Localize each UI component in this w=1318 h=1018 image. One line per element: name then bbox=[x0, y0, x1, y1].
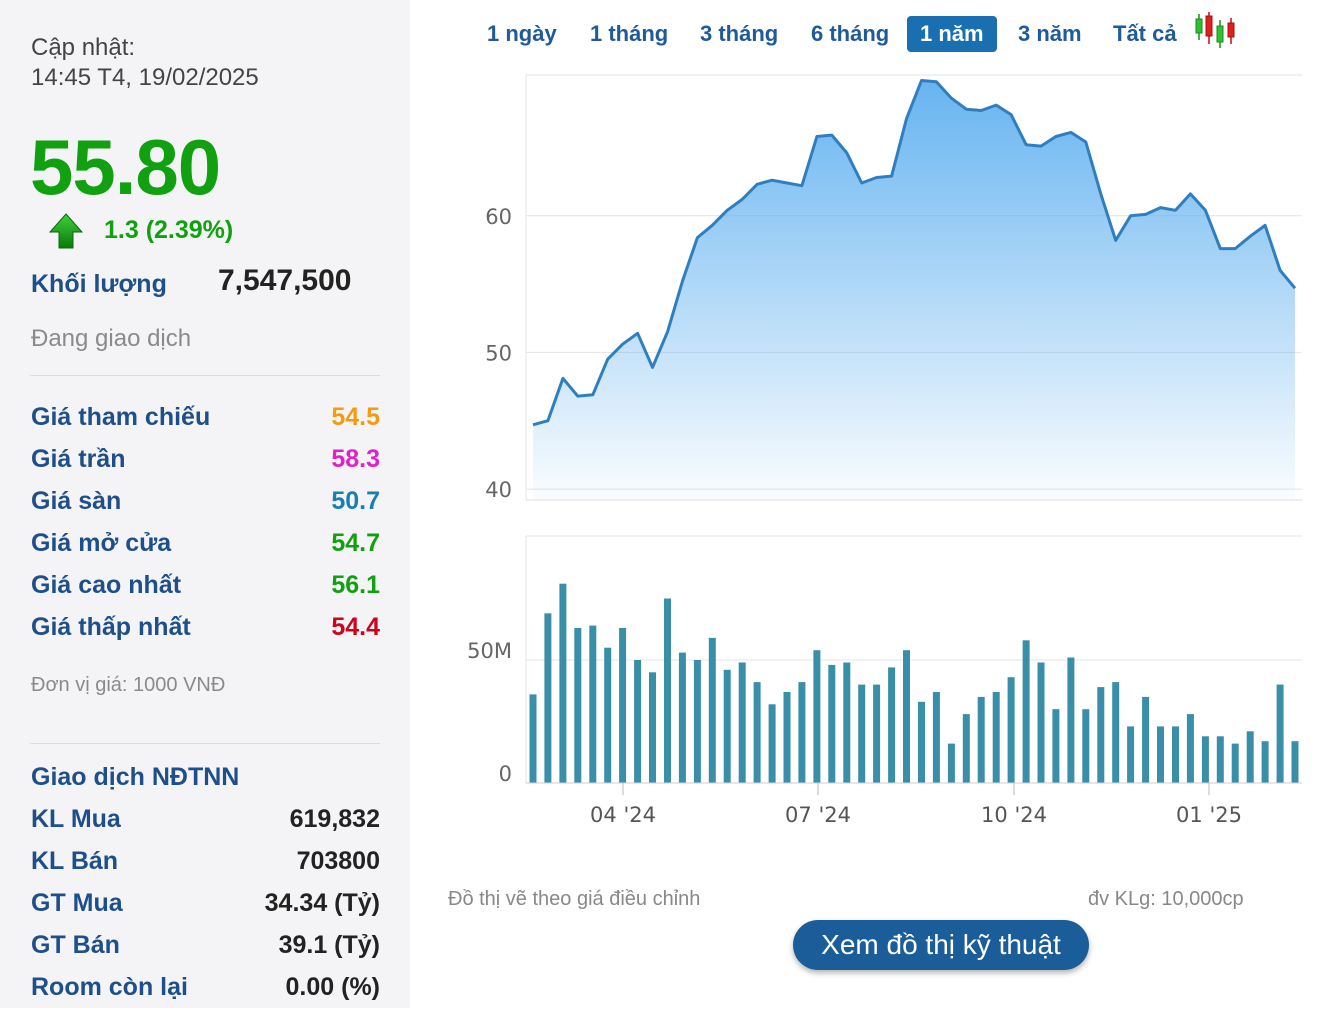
volume-bar bbox=[843, 662, 851, 783]
volume-bar bbox=[1007, 677, 1015, 783]
volume-bar bbox=[1276, 684, 1284, 783]
volume-bar bbox=[1186, 714, 1194, 783]
volume-bar bbox=[544, 613, 552, 783]
volume-bar bbox=[1216, 736, 1224, 783]
volume-bar bbox=[962, 714, 970, 783]
volume-bar bbox=[664, 598, 671, 783]
foreign-row-value: 0.00 (%) bbox=[285, 973, 380, 1001]
volume-bar bbox=[992, 692, 1000, 783]
volume-bar bbox=[888, 667, 896, 783]
volume-bar bbox=[1127, 726, 1135, 783]
volume-bar bbox=[604, 647, 612, 783]
volume-bar bbox=[1067, 657, 1075, 783]
volume-bar bbox=[813, 650, 821, 783]
price-tick-label: 40 bbox=[485, 478, 512, 502]
volume-bar bbox=[1201, 736, 1209, 783]
foreign-row-label: Room còn lại bbox=[31, 973, 188, 1001]
technical-chart-button[interactable]: Xem đồ thị kỹ thuật bbox=[793, 920, 1089, 970]
volume-bar bbox=[768, 704, 776, 783]
time-tick-label: 07 '24 bbox=[785, 803, 851, 827]
volume-bar bbox=[1246, 731, 1254, 783]
volume-bar bbox=[918, 701, 925, 783]
volume-bar bbox=[529, 694, 537, 783]
volume-bar bbox=[1052, 709, 1060, 783]
time-tick-label: 10 '24 bbox=[981, 803, 1047, 827]
volume-tick-label: 50M bbox=[467, 639, 512, 663]
volume-bar bbox=[1157, 726, 1164, 783]
volume-bar bbox=[783, 692, 791, 783]
price-volume-chart: 60 50 40 50M 0 04 '24 07 '24 10 '24 01 '25 bbox=[467, 74, 1302, 827]
volume-bar bbox=[947, 743, 955, 783]
volume-bar bbox=[1112, 682, 1120, 783]
volume-bar bbox=[589, 625, 597, 783]
volume-bar bbox=[649, 672, 656, 783]
volume-unit-note: đv KLg: 10,000cp bbox=[1088, 888, 1244, 910]
volume-bar bbox=[634, 660, 642, 783]
volume-bar bbox=[723, 669, 731, 783]
volume-bar bbox=[903, 650, 910, 783]
foreign-row-label: GT Mua bbox=[31, 889, 123, 917]
volume-bar bbox=[798, 682, 806, 783]
volume-bar bbox=[828, 664, 836, 783]
volume-bar bbox=[1097, 687, 1105, 783]
volume-bar bbox=[619, 628, 627, 783]
volume-bar bbox=[1261, 741, 1269, 783]
volume-bar bbox=[1142, 696, 1150, 783]
volume-bar bbox=[753, 682, 761, 783]
volume-bar bbox=[559, 583, 567, 783]
foreign-row-value: 34.34 (Tỷ) bbox=[264, 889, 380, 917]
volume-bar bbox=[708, 637, 716, 783]
foreign-row-value: 39.1 (Tỷ) bbox=[278, 931, 380, 959]
volume-bar bbox=[738, 662, 746, 783]
volume-bar bbox=[678, 652, 686, 783]
volume-bar bbox=[1022, 640, 1030, 783]
volume-bar bbox=[932, 692, 940, 783]
volume-bar bbox=[977, 696, 985, 783]
price-tick-label: 50 bbox=[485, 341, 512, 365]
price-area bbox=[533, 80, 1295, 500]
volume-bar bbox=[1172, 726, 1179, 783]
time-tick-label: 01 '25 bbox=[1176, 803, 1242, 827]
price-tick-label: 60 bbox=[485, 205, 512, 229]
adjusted-price-note: Đồ thị vẽ theo giá điều chỉnh bbox=[448, 888, 701, 910]
volume-bar bbox=[858, 684, 866, 783]
volume-bar bbox=[873, 684, 881, 783]
volume-bar bbox=[693, 660, 701, 783]
volume-bar bbox=[1082, 709, 1090, 783]
volume-bar bbox=[1291, 741, 1299, 783]
volume-bar bbox=[1231, 743, 1239, 783]
volume-bar bbox=[574, 628, 582, 783]
volume-bar bbox=[1037, 662, 1045, 783]
volume-tick-label: 0 bbox=[499, 762, 512, 786]
time-tick-label: 04 '24 bbox=[590, 803, 656, 827]
foreign-row-label: GT Bán bbox=[31, 931, 120, 959]
